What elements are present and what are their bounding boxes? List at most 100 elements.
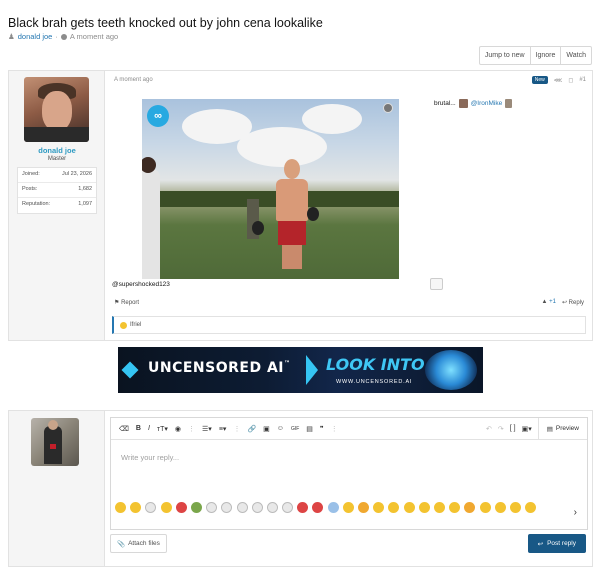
color-icon[interactable]: ◉ (175, 425, 181, 433)
smilie-icon[interactable] (115, 502, 126, 513)
smilie-icon[interactable] (130, 502, 142, 513)
align-icon[interactable]: ≡▾ (219, 425, 227, 433)
avatar-mark (50, 444, 56, 449)
embed-icon[interactable] (430, 278, 443, 290)
smilie-icon[interactable] (312, 502, 324, 513)
boxing-glove (307, 207, 319, 221)
video-person-torso (276, 179, 308, 221)
code-icon[interactable]: [ ] (510, 425, 516, 432)
video-menu-icon[interactable] (383, 103, 393, 113)
avatar-figure-head (48, 420, 58, 430)
watch-button[interactable]: Watch (561, 47, 591, 64)
paperclip-icon: 📎 (117, 540, 126, 548)
reply-editor[interactable]: ⌫ B I тT▾ ◉ ⋮ ☰▾ ≡▾ ⋮ 🔗 ▣ ☺ GIF ▤ ❞ ⋮ ↶ … (110, 417, 588, 530)
smilie-icon[interactable] (160, 502, 172, 513)
quick-reply: ⌫ B I тT▾ ◉ ⋮ ☰▾ ≡▾ ⋮ 🔗 ▣ ☺ GIF ▤ ❞ ⋮ ↶ … (8, 410, 593, 567)
thread-title: Black brah gets teeth knocked out by joh… (8, 16, 323, 30)
text-size-icon[interactable]: тT▾ (157, 425, 168, 433)
stat-value: 1,097 (78, 201, 92, 207)
list-icon[interactable]: ☰▾ (202, 425, 212, 433)
post-time[interactable]: A moment ago (114, 77, 153, 83)
smilie-icon[interactable] (388, 502, 400, 513)
reply-button[interactable]: ↩ Reply (562, 299, 584, 306)
smilie-icon[interactable] (206, 502, 218, 513)
reply-icon: ↩ (537, 540, 544, 548)
reply-userbox (9, 411, 105, 566)
post-number[interactable]: #1 (579, 77, 586, 83)
smilie-icon[interactable] (433, 502, 445, 513)
smilie-icon[interactable] (251, 502, 263, 513)
smilie-icon[interactable] (175, 502, 187, 513)
stat-value: 1,682 (78, 186, 92, 192)
jump-to-new-button[interactable]: Jump to new (480, 47, 531, 64)
link-icon[interactable]: 🔗 (247, 425, 256, 433)
ad-banner[interactable]: UNCENSORED AI™ LOOK INTO IT WWW.UNCENSOR… (118, 347, 483, 393)
italic-icon[interactable]: I (148, 425, 150, 432)
smilie-icon[interactable] (221, 502, 233, 513)
smilie-icon[interactable] (479, 502, 491, 513)
bookmark-icon[interactable]: ◻ (568, 77, 573, 84)
smilie-icon[interactable] (358, 502, 369, 513)
report-link[interactable]: ⚑ Report (114, 299, 139, 306)
media-icon[interactable]: ▤ (306, 425, 313, 433)
smilie-icon[interactable] (266, 502, 278, 513)
sparkle-icon (121, 361, 139, 379)
separator: · (55, 32, 58, 41)
smilie-icon[interactable] (342, 502, 354, 513)
smilie-icon[interactable] (297, 502, 309, 513)
video-source: @supershocked123 (112, 281, 170, 288)
treeline (142, 191, 399, 207)
smilie-icon[interactable] (282, 502, 294, 513)
thread-actions: Jump to new Ignore Watch (478, 46, 592, 65)
reply-icon: ↩ (561, 300, 567, 306)
avatar[interactable] (24, 77, 89, 142)
clock-icon (60, 33, 67, 40)
quote-icon[interactable]: ❞ (320, 425, 324, 433)
save-draft-icon[interactable]: ▣▾ (522, 425, 532, 433)
post-username[interactable]: donald joe (9, 146, 105, 155)
emoji-icon[interactable]: ☺ (277, 425, 284, 432)
smilie-icon[interactable] (236, 502, 248, 513)
smilie-icon[interactable] (449, 502, 461, 513)
smilie-icon[interactable] (418, 502, 430, 513)
preview-button[interactable]: ▤ Preview (537, 418, 587, 439)
eraser-icon[interactable]: ⌫ (119, 425, 129, 433)
bold-icon[interactable]: B (136, 425, 141, 432)
thread-author-link[interactable]: donald joe (18, 32, 53, 41)
reply-input[interactable]: Write your reply... (121, 453, 179, 462)
reactions-bar[interactable]: Ifriel (112, 316, 586, 334)
post-reply-button[interactable]: ↩ Post reply (527, 534, 586, 553)
image-icon[interactable]: ▣ (263, 425, 270, 433)
more-icon[interactable]: ⋮ (331, 425, 338, 433)
current-user-avatar[interactable] (31, 418, 79, 466)
boxing-glove (252, 221, 264, 235)
chevron-right-icon[interactable]: › (574, 507, 577, 518)
caption-text: brutal... (434, 100, 456, 107)
more-icon[interactable]: ⋮ (233, 425, 240, 433)
video-person-head (284, 159, 300, 179)
smilie-icon[interactable] (464, 502, 476, 513)
attach-files-button[interactable]: 📎 Attach files (110, 534, 167, 553)
ignore-button[interactable]: Ignore (531, 47, 562, 64)
smilie-icon[interactable] (145, 502, 157, 513)
smilie-icon[interactable] (494, 502, 506, 513)
smilie-icon[interactable] (525, 502, 537, 513)
smilie-bar (115, 502, 537, 513)
stat-value: Jul 23, 2026 (62, 171, 92, 177)
inline-image (458, 99, 468, 108)
like-button[interactable]: ▲ +1 (541, 299, 555, 306)
video-person-head (142, 157, 156, 173)
avatar-shirt (24, 127, 89, 142)
embedded-video[interactable]: ∞ (142, 99, 399, 279)
share-icon[interactable]: ⋘ (554, 77, 563, 84)
redo-icon[interactable]: ↷ (498, 425, 504, 433)
more-icon[interactable]: ⋮ (188, 425, 195, 433)
smilie-icon[interactable] (373, 502, 385, 513)
mention-link[interactable]: @IronMike (471, 100, 503, 107)
smilie-icon[interactable] (327, 502, 339, 513)
smilie-icon[interactable] (509, 502, 521, 513)
smilie-icon[interactable] (403, 502, 415, 513)
undo-icon[interactable]: ↶ (486, 425, 492, 433)
gif-icon[interactable]: GIF (291, 426, 299, 432)
smilie-icon[interactable] (190, 502, 202, 513)
